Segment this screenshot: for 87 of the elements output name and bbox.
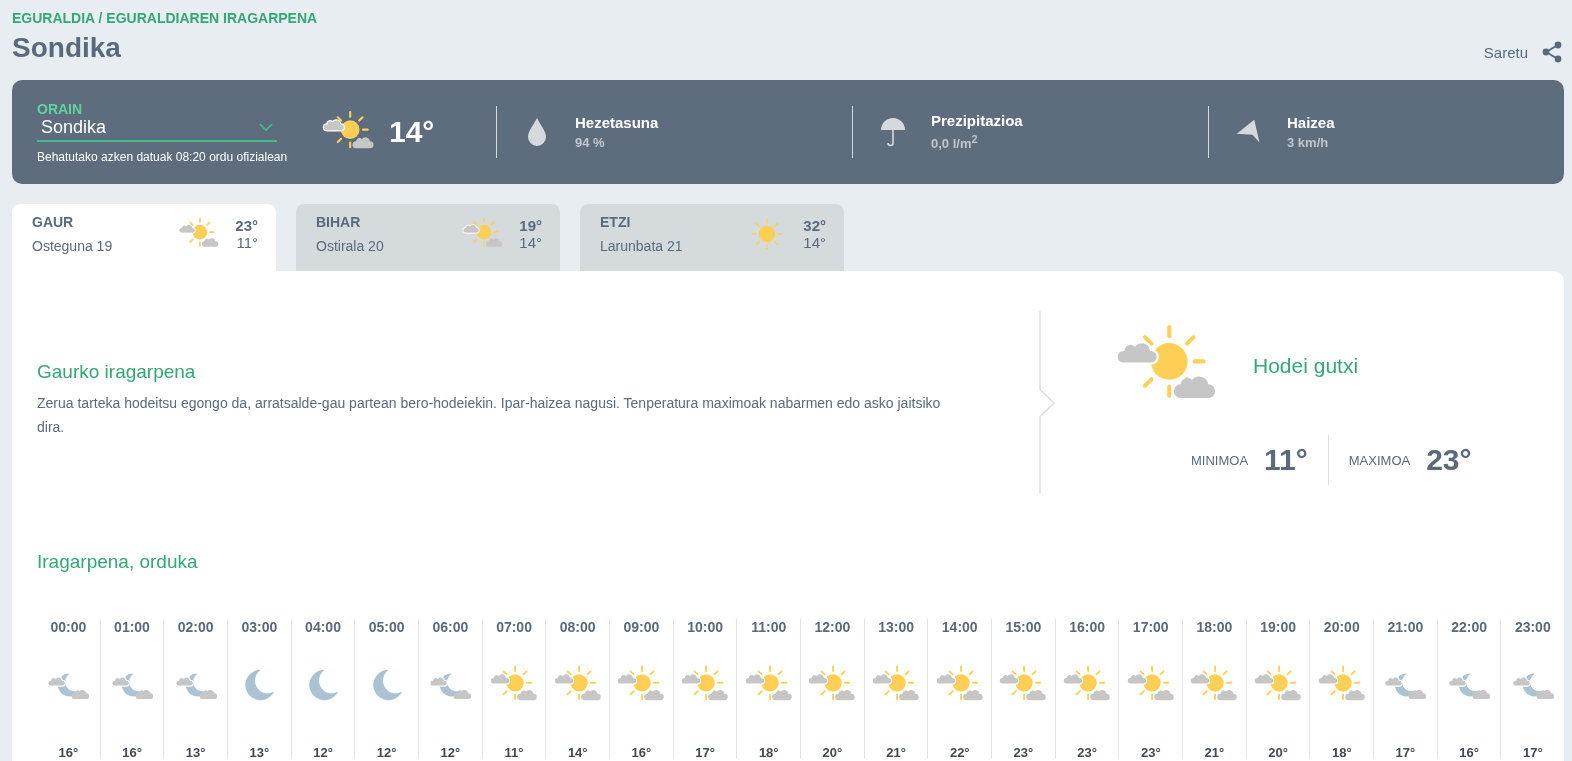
share-icon (1540, 40, 1564, 64)
hour-time: 06:00 (431, 619, 470, 635)
hourly-title: Iragarpena, orduka (37, 551, 199, 573)
hour-temperature: 17° (1394, 745, 1417, 760)
max-temperature: 19° (519, 216, 542, 234)
forecast-text: Zerua tarteka hodeitsu egongo da, arratsalde-gau partean bero-hodeiekin. Ipar-haizea nagusi. Tenperatura maximoak nabarmen edo asko jaitsiko dira. (37, 394, 942, 437)
forecast-title: Gaurko iragarpena (37, 361, 197, 383)
hour-time: 19:00 (1259, 619, 1297, 635)
chevron-down-icon (259, 122, 273, 132)
stat-value: 0,0 l/m$^{2}$ (931, 133, 979, 152)
hour-time: 16:00 (1068, 619, 1106, 635)
hour-temperature: 17° (694, 745, 716, 760)
min-label: MINIMOA (1191, 452, 1249, 468)
tab-day: ETZI (600, 213, 746, 230)
current-temperature: 14° (389, 115, 435, 149)
hour-time: 01:00 (113, 619, 151, 635)
hour-temperature: 21° (1203, 745, 1226, 760)
min-temperature: 11° (1264, 443, 1308, 477)
hour-time: 07:00 (495, 619, 533, 635)
hour-temperature: 18° (757, 745, 780, 760)
tab-day: BIHAR (316, 213, 462, 230)
hour-time: 17:00 (1131, 619, 1170, 635)
day-tab[interactable]: BIHAR Ostirala 20 19° 14° (296, 204, 560, 271)
hour-time: 13:00 (877, 619, 915, 635)
hour-time: 00:00 (49, 619, 88, 635)
min-temperature: 11° (235, 233, 258, 251)
hour-temperature: 12° (312, 745, 334, 760)
hour-temperature: 17° (1521, 745, 1544, 760)
hour-temperature: 16° (630, 745, 653, 760)
hour-time: 23:00 (1513, 619, 1552, 635)
day-tab[interactable]: GAUR Osteguna 19 23° 11° (12, 204, 276, 271)
hour-temperature: 23° (1012, 745, 1035, 760)
hour-time: 03:00 (240, 619, 279, 635)
hour-time: 12:00 (813, 619, 852, 635)
observation-note: Behatutako azken datuak 08:20 ordu ofizialean (37, 149, 289, 164)
hour-time: 15:00 (1004, 619, 1043, 635)
hour-time: 04:00 (304, 619, 342, 635)
max-label: MAXIMOA (1348, 452, 1411, 468)
hour-time: 09:00 (622, 619, 661, 635)
max-temperature: 23° (1426, 443, 1472, 477)
hour-temperature: 13° (184, 745, 207, 760)
hour-temperature: 21° (885, 745, 907, 760)
hour-temperature: 20° (821, 745, 844, 760)
hour-time: 22:00 (1450, 619, 1488, 635)
hour-temperature: 23° (1139, 745, 1162, 760)
hour-time: 18:00 (1195, 619, 1234, 635)
stat-value: 94 % (575, 135, 606, 150)
hour-time: 20:00 (1322, 619, 1361, 635)
hour-time: 11:00 (750, 619, 788, 635)
breadcrumb[interactable]: EGURALDIA / EGURALDIAREN IRAGARPENA (12, 10, 318, 26)
hour-temperature: 11° (503, 745, 525, 760)
stat-label: Haizea (1287, 114, 1335, 131)
min-temperature: 14° (803, 233, 826, 251)
stat-label: Hezetasuna (575, 114, 659, 131)
location-select[interactable]: Sondika (37, 116, 277, 142)
hour-time: 02:00 (176, 619, 215, 635)
hour-time: 10:00 (686, 619, 724, 635)
now-label: ORAIN (37, 100, 84, 117)
hour-temperature: 13° (248, 745, 271, 760)
tab-date: Larunbata 21 (600, 237, 684, 254)
page-title: Sondika (12, 32, 122, 65)
forecast-summary: Hodei gutxi (1253, 354, 1359, 378)
hour-time: 21:00 (1386, 619, 1425, 635)
hour-temperature: 18° (1330, 745, 1353, 760)
stat-value: 3 km/h (1287, 135, 1330, 150)
tab-date: Ostirala 20 (316, 237, 385, 254)
hour-temperature: 12° (375, 745, 398, 760)
hour-temperature: 20° (1267, 745, 1289, 760)
hour-time: 14:00 (940, 619, 979, 635)
hour-temperature: 23° (1076, 745, 1098, 760)
umbrella-icon (879, 116, 907, 148)
share-link[interactable]: Saretu (1483, 40, 1564, 64)
hour-temperature: 16° (57, 745, 80, 760)
tab-day: GAUR (32, 213, 178, 230)
day-tab[interactable]: ETZI Larunbata 21 32° 14° (580, 204, 844, 271)
tab-date: Osteguna 19 (32, 237, 114, 254)
hour-time: 08:00 (558, 619, 597, 635)
hour-time: 05:00 (367, 619, 406, 635)
hour-temperature: 14° (566, 745, 589, 760)
hour-temperature: 16° (1458, 745, 1480, 760)
hour-temperature: 16° (121, 745, 143, 760)
hour-temperature: 22° (948, 745, 971, 760)
max-temperature: 23° (235, 216, 258, 234)
max-temperature: 32° (803, 216, 826, 234)
hour-temperature: 12° (439, 745, 462, 760)
min-temperature: 14° (519, 233, 542, 251)
stat-label: Prezipitazioa (931, 112, 1023, 130)
